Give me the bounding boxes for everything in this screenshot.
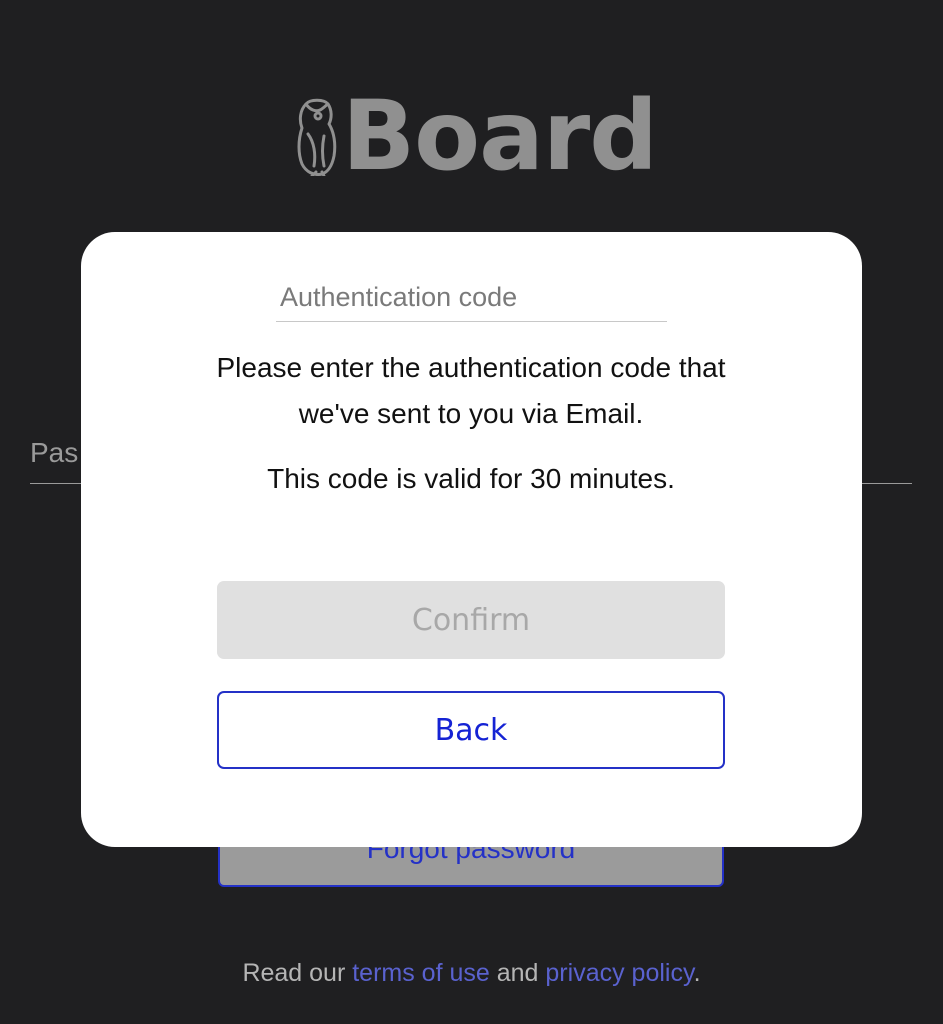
confirm-button[interactable]: Confirm xyxy=(217,581,725,659)
instructions-text: Please enter the authentication code tha… xyxy=(216,352,726,429)
authentication-code-input[interactable] xyxy=(276,274,667,322)
logo-wordmark: Board xyxy=(342,80,658,192)
privacy-policy-link[interactable]: privacy policy xyxy=(545,959,693,987)
footer-prefix: Read our xyxy=(242,959,353,987)
password-label: Pas xyxy=(30,437,79,468)
back-button[interactable]: Back xyxy=(217,691,725,769)
footer-suffix: . xyxy=(693,959,701,987)
legal-footer: Read our terms of use and privacy policy… xyxy=(0,955,943,991)
board-logo: Board xyxy=(296,80,658,192)
terms-of-use-link[interactable]: terms of use xyxy=(352,959,490,987)
footer-middle: and xyxy=(489,959,546,987)
validity-text: This code is valid for 30 minutes. xyxy=(267,463,675,494)
owl-icon xyxy=(297,98,337,176)
authentication-dialog: Please enter the authentication code tha… xyxy=(81,232,862,847)
login-page: Board Pas Forgot password Read our terms… xyxy=(0,0,943,1024)
